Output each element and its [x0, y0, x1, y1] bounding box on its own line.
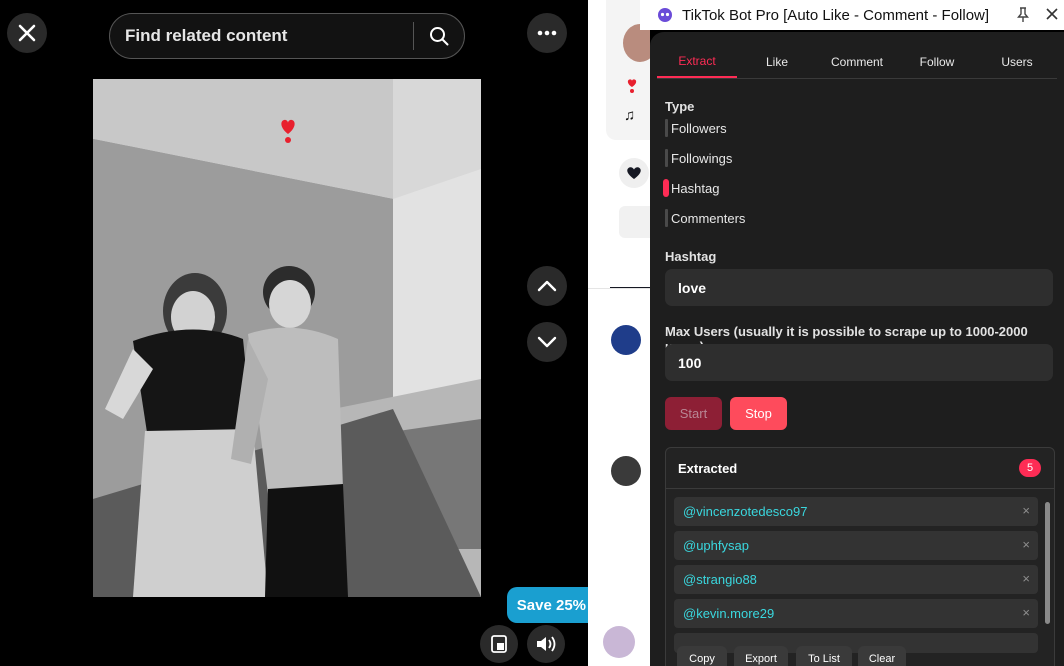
- like-button[interactable]: [619, 158, 649, 188]
- extension-panel: Extract Like Comment Follow Users Type F…: [650, 32, 1064, 666]
- music-icon: ♫: [624, 107, 636, 124]
- commenter-avatar[interactable]: [611, 456, 641, 486]
- stop-button[interactable]: Stop: [730, 397, 787, 430]
- extracted-user-row: @vincenzotedesco97 ×: [674, 497, 1038, 526]
- type-option-followers[interactable]: Followers: [665, 118, 727, 138]
- username[interactable]: @uphfysap: [683, 538, 749, 553]
- page-background: ♫: [588, 0, 650, 666]
- pin-icon: [1017, 7, 1029, 22]
- close-extension-button[interactable]: [1042, 4, 1062, 24]
- type-option-label: Commenters: [671, 210, 746, 226]
- to-list-button[interactable]: To List: [796, 646, 852, 666]
- search-icon: [430, 27, 449, 46]
- extension-title: TikTok Bot Pro [Auto Like - Comment - Fo…: [682, 6, 990, 24]
- commenter-avatar[interactable]: [611, 325, 641, 355]
- max-users-input[interactable]: [665, 344, 1053, 381]
- tab-follow[interactable]: Follow: [897, 45, 977, 78]
- remove-user-button[interactable]: ×: [1022, 537, 1030, 552]
- type-option-followings[interactable]: Followings: [665, 148, 732, 168]
- screen: Save 25% now ♫ TikTok Bot Pro [Auto Like…: [0, 0, 1064, 666]
- volume-button[interactable]: [527, 625, 565, 663]
- radio-indicator-selected[interactable]: [663, 179, 669, 197]
- hashtag-input[interactable]: [665, 269, 1053, 306]
- video-viewer: Save 25% now: [0, 0, 630, 666]
- type-option-label: Hashtag: [671, 180, 720, 196]
- divider: [588, 288, 650, 289]
- extracted-user-row: @strangio88 ×: [674, 565, 1038, 594]
- tab-extract[interactable]: Extract: [657, 45, 737, 78]
- start-button[interactable]: Start: [665, 397, 722, 430]
- type-option-label: Followers: [671, 120, 727, 136]
- heart-icon: [627, 167, 641, 179]
- search-button[interactable]: [414, 14, 464, 58]
- extracted-user-row: @uphfysap ×: [674, 531, 1038, 560]
- close-icon: [18, 24, 36, 42]
- extension-titlebar: TikTok Bot Pro [Auto Like - Comment - Fo…: [640, 0, 1064, 30]
- type-option-label: Followings: [671, 150, 733, 166]
- video-frame[interactable]: [93, 79, 481, 597]
- heart-icon: [626, 78, 638, 99]
- radio-indicator[interactable]: [665, 209, 668, 227]
- username[interactable]: @strangio88: [683, 572, 757, 587]
- type-option-hashtag[interactable]: Hashtag: [663, 178, 720, 198]
- more-icon: [537, 30, 557, 36]
- search-input[interactable]: [110, 14, 413, 58]
- radio-indicator[interactable]: [665, 149, 668, 167]
- close-button[interactable]: [7, 13, 47, 53]
- more-options-button[interactable]: [527, 13, 567, 53]
- tab-like[interactable]: Like: [737, 45, 817, 78]
- username[interactable]: @vincenzotedesco97: [683, 504, 808, 519]
- bot-logo-icon: [656, 6, 674, 24]
- extracted-scrollbar[interactable]: [1045, 502, 1050, 624]
- chevron-down-icon: [537, 336, 557, 348]
- tab-comment[interactable]: Comment: [817, 45, 897, 78]
- next-video-button[interactable]: [527, 322, 567, 362]
- export-button[interactable]: Export: [734, 646, 788, 666]
- type-label: Type: [665, 99, 695, 114]
- username[interactable]: @kevin.more29: [683, 606, 774, 621]
- extracted-count-badge: 5: [1019, 459, 1041, 477]
- chevron-up-icon: [537, 280, 557, 292]
- extracted-panel: Extracted 5 @vincenzotedesco97 × @uphfys…: [665, 447, 1055, 666]
- tab-users[interactable]: Users: [977, 45, 1057, 78]
- tab-bar: Extract Like Comment Follow Users: [657, 45, 1057, 79]
- hashtag-label: Hashtag: [665, 249, 717, 264]
- remove-user-button[interactable]: ×: [1022, 605, 1030, 620]
- radio-indicator[interactable]: [665, 119, 668, 137]
- copy-button[interactable]: Copy: [677, 646, 727, 666]
- extracted-user-row: @kevin.more29 ×: [674, 599, 1038, 628]
- pin-button[interactable]: [1014, 5, 1032, 25]
- type-option-commenters[interactable]: Commenters: [665, 208, 745, 228]
- remove-user-button[interactable]: ×: [1022, 571, 1030, 586]
- pip-icon: [491, 635, 507, 653]
- close-icon: [1046, 8, 1058, 20]
- extracted-user-row-partial: [674, 633, 1038, 653]
- extracted-title: Extracted: [678, 460, 738, 476]
- picture-in-picture-button[interactable]: [480, 625, 518, 663]
- video-scene: [93, 79, 481, 597]
- heart-sticker: [278, 118, 298, 151]
- heart-icon: [281, 119, 295, 143]
- remove-user-button[interactable]: ×: [1022, 503, 1030, 518]
- previous-video-button[interactable]: [527, 266, 567, 306]
- chip[interactable]: [619, 206, 650, 238]
- clear-button[interactable]: Clear: [858, 646, 906, 666]
- user-avatar[interactable]: [603, 626, 635, 658]
- volume-icon: [537, 636, 556, 652]
- search-bar: [109, 13, 465, 59]
- extracted-header: Extracted: [666, 448, 1054, 489]
